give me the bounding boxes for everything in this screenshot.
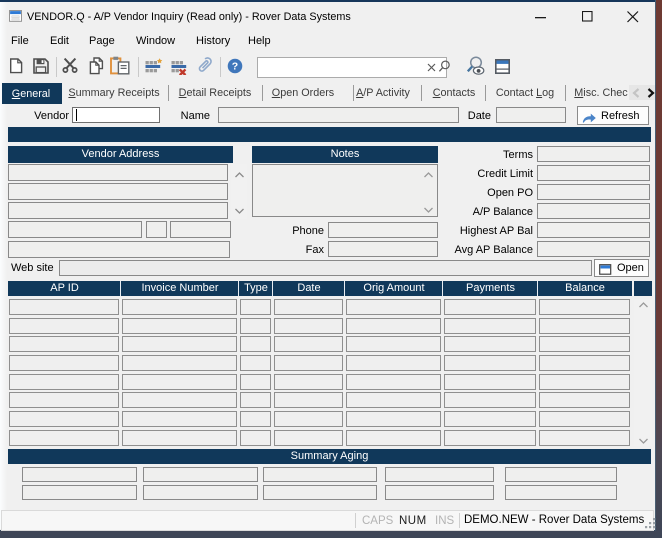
svg-text:?: ? xyxy=(232,60,238,72)
